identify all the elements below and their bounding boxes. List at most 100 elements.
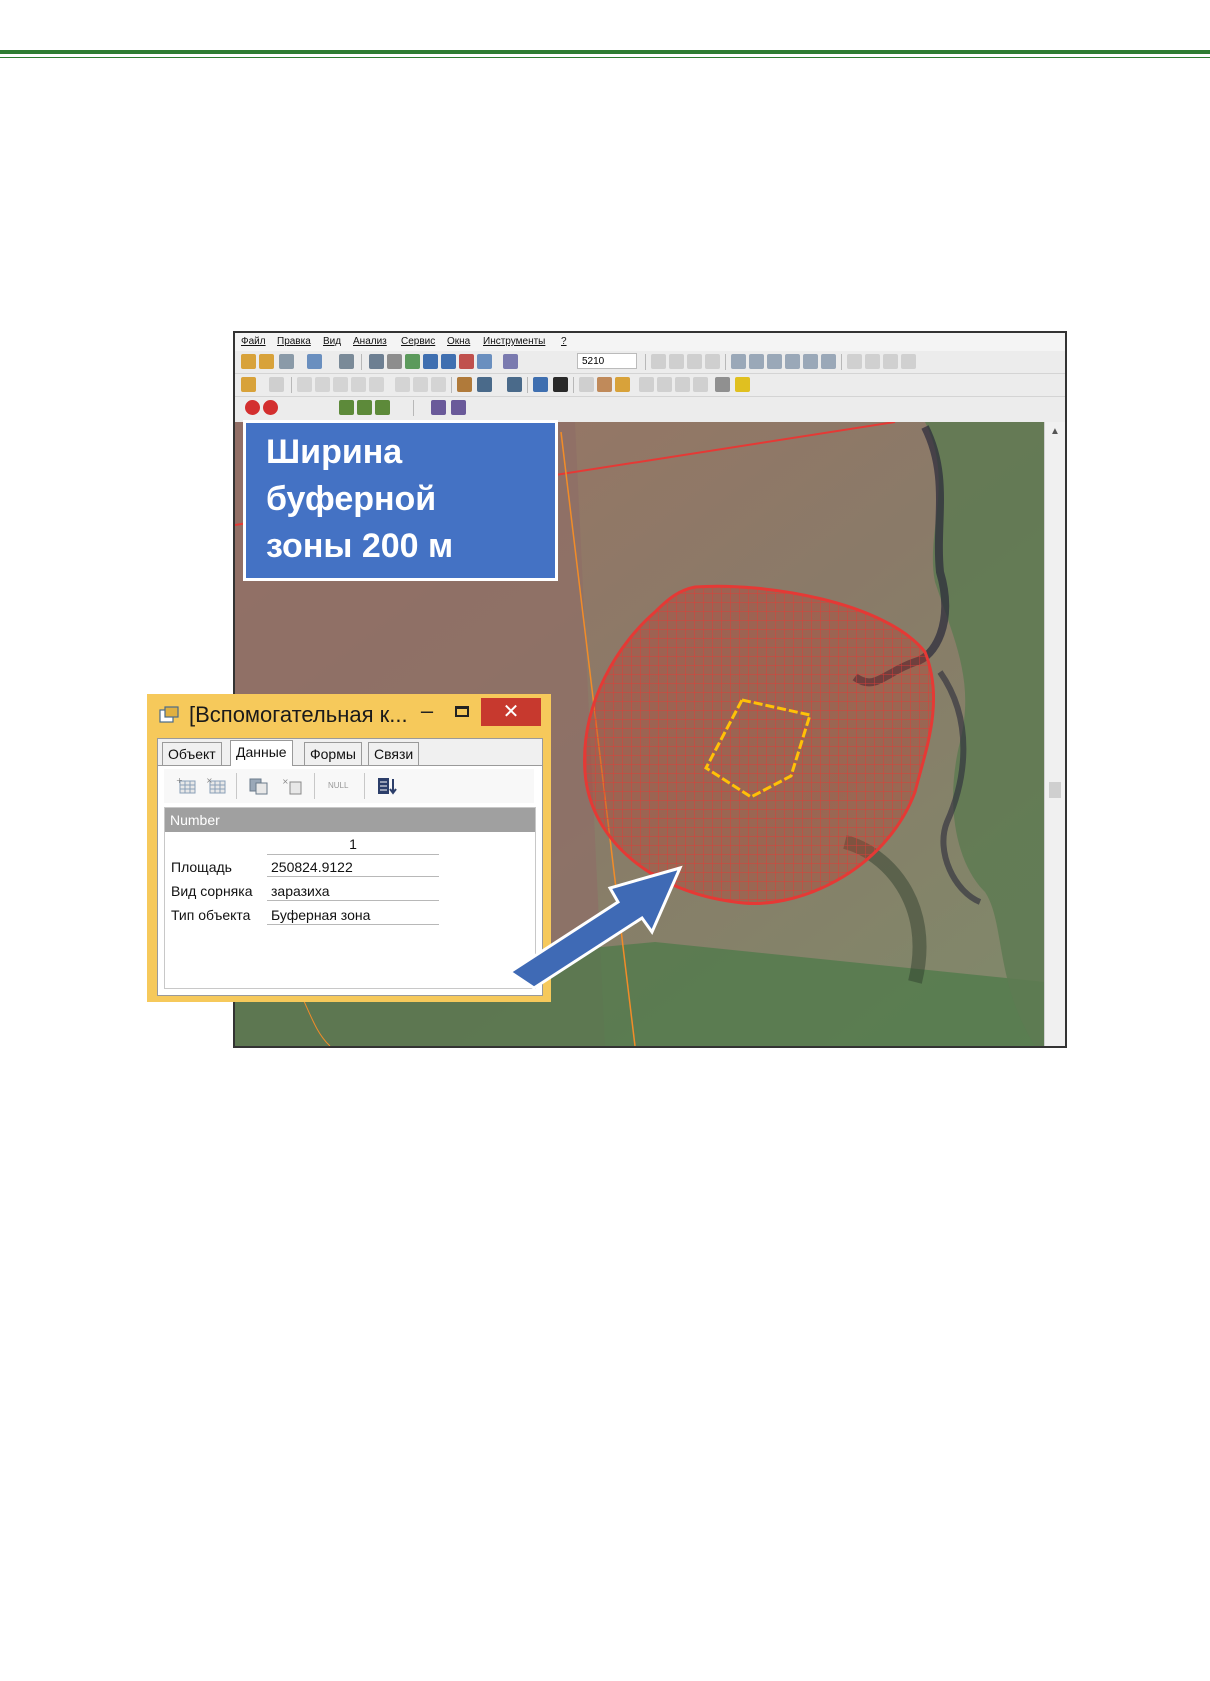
select-rect-icon[interactable]	[767, 354, 782, 369]
node-icon[interactable]	[675, 377, 690, 392]
select-icon[interactable]	[369, 354, 384, 369]
grid-icon[interactable]	[847, 354, 862, 369]
field-value-area[interactable]: 250824.9122	[267, 857, 439, 877]
menu-edit[interactable]: Правка	[277, 336, 311, 347]
edit-tool-icon[interactable]	[705, 354, 720, 369]
highlight-icon[interactable]	[735, 377, 750, 392]
select-circle-icon[interactable]	[785, 354, 800, 369]
scale-input[interactable]: 5210	[577, 353, 637, 369]
tab-links[interactable]: Связи	[368, 742, 420, 765]
node-icon[interactable]	[395, 377, 410, 392]
route-icon[interactable]	[357, 400, 372, 415]
toolbar-separator	[291, 377, 292, 393]
select-arrow-icon[interactable]	[749, 354, 764, 369]
menu-service[interactable]: Сервис	[401, 336, 435, 347]
stop-icon[interactable]	[245, 400, 260, 415]
edit-tool-icon[interactable]	[651, 354, 666, 369]
menu-help[interactable]: ?	[561, 336, 567, 347]
node-icon[interactable]	[693, 377, 708, 392]
toolbar-separator	[841, 354, 842, 370]
scroll-up-icon[interactable]: ▲	[1050, 426, 1060, 437]
node-icon[interactable]	[615, 377, 630, 392]
zoom-extent-icon[interactable]	[459, 354, 474, 369]
svg-text:×: ×	[282, 777, 289, 786]
minimize-button[interactable]: –	[411, 698, 443, 728]
node-icon[interactable]	[351, 377, 366, 392]
node-icon[interactable]	[333, 377, 348, 392]
menu-tools[interactable]: Инструменты	[483, 336, 545, 347]
select-polygon-icon[interactable]	[803, 354, 818, 369]
node-icon[interactable]	[639, 377, 654, 392]
window-title-bar[interactable]: [Вспомогательная к... – ✕	[147, 694, 551, 736]
node-icon[interactable]	[369, 377, 384, 392]
tab-forms[interactable]: Формы	[304, 742, 362, 765]
menu-windows[interactable]: Окна	[447, 336, 470, 347]
menu-view[interactable]: Вид	[323, 336, 341, 347]
callout-line: Ширина	[266, 433, 403, 471]
open-icon[interactable]	[241, 354, 256, 369]
field-value-type[interactable]: Буферная зона	[267, 905, 439, 925]
pointer-icon[interactable]	[731, 354, 746, 369]
callout-line: зоны 200 м	[266, 527, 454, 565]
node-icon[interactable]	[297, 377, 312, 392]
route-icon[interactable]	[431, 400, 446, 415]
node-icon[interactable]	[715, 377, 730, 392]
node-icon[interactable]	[657, 377, 672, 392]
undo-icon[interactable]	[533, 377, 548, 392]
grid-icon[interactable]	[865, 354, 880, 369]
node-icon[interactable]	[579, 377, 594, 392]
zoom-previous-icon[interactable]	[477, 354, 492, 369]
sort-icon[interactable]	[376, 776, 398, 796]
tab-object[interactable]: Объект	[162, 742, 222, 765]
add-object-icon[interactable]	[241, 377, 256, 392]
menu-analysis[interactable]: Анализ	[353, 336, 387, 347]
eraser-icon[interactable]	[279, 354, 294, 369]
select-line-icon[interactable]	[821, 354, 836, 369]
zoom-out-icon[interactable]	[441, 354, 456, 369]
edit-tool-icon[interactable]	[669, 354, 684, 369]
save-icon[interactable]	[259, 354, 274, 369]
maximize-icon	[455, 706, 469, 717]
delete-record-icon[interactable]: ×	[206, 776, 228, 796]
add-object-icon[interactable]	[269, 377, 284, 392]
route-icon[interactable]	[339, 400, 354, 415]
node-icon[interactable]	[413, 377, 428, 392]
print-icon[interactable]	[507, 377, 522, 392]
toolbar-separator	[236, 773, 237, 799]
layers-icon[interactable]	[339, 354, 354, 369]
toolbar-separator	[361, 354, 362, 370]
grid-icon[interactable]	[901, 354, 916, 369]
window-icon[interactable]	[477, 377, 492, 392]
table-icon[interactable]	[457, 377, 472, 392]
maximize-button[interactable]	[447, 698, 479, 728]
node-icon[interactable]	[315, 377, 330, 392]
node-icon[interactable]	[597, 377, 612, 392]
tab-data[interactable]: Данные	[230, 740, 293, 766]
map-scrollbar[interactable]: ▲	[1044, 422, 1065, 1046]
help-pointer-icon[interactable]	[553, 377, 568, 392]
stop-icon[interactable]	[263, 400, 278, 415]
route-icon[interactable]	[375, 400, 390, 415]
null-button[interactable]: NULL	[328, 776, 358, 796]
menu-file[interactable]: Файл	[241, 336, 266, 347]
record-number: 1	[267, 834, 439, 855]
node-icon[interactable]	[431, 377, 446, 392]
field-value-weed[interactable]: заразиха	[267, 881, 439, 901]
pan-icon[interactable]	[387, 354, 402, 369]
buffer-width-callout: Ширина буферной зоны 200 м	[243, 420, 558, 581]
toolbar-separator	[527, 377, 528, 393]
scale-icon[interactable]	[503, 354, 518, 369]
grid-icon[interactable]	[883, 354, 898, 369]
zoom-icon[interactable]	[405, 354, 420, 369]
edit-tool-icon[interactable]	[687, 354, 702, 369]
copy-record-icon[interactable]	[248, 776, 270, 796]
search-icon[interactable]	[307, 354, 322, 369]
close-button[interactable]: ✕	[481, 698, 541, 726]
clear-record-icon[interactable]: ×	[282, 776, 304, 796]
zoom-in-icon[interactable]	[423, 354, 438, 369]
route-icon[interactable]	[451, 400, 466, 415]
scroll-thumb[interactable]	[1049, 782, 1061, 798]
toolbar-main: 5210	[235, 351, 1065, 374]
add-record-icon[interactable]: +	[176, 776, 198, 796]
window-content: Объект Данные Формы Связи + × × NULL Num…	[157, 738, 543, 996]
